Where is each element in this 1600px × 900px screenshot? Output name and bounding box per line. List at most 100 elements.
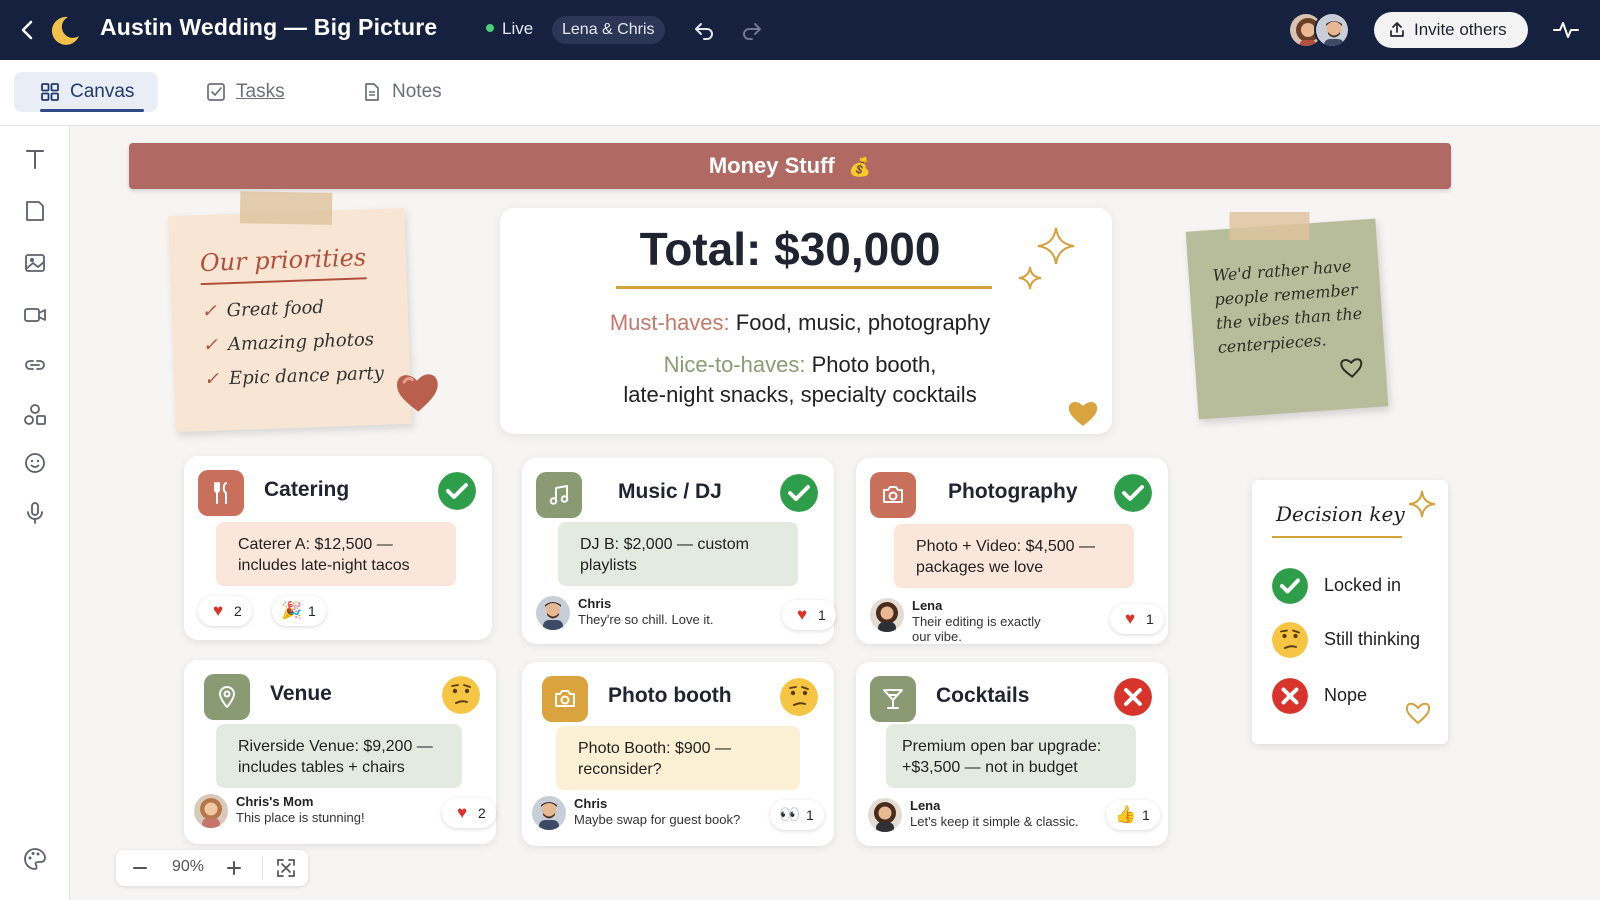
- option-description: Photo + Video: $4,500 — packages we love: [894, 524, 1134, 588]
- quote-text: We'd rather have people remember the vib…: [1212, 256, 1363, 357]
- red-x-icon[interactable]: [1114, 678, 1152, 716]
- venue-card[interactable]: Venue Riverside Venue: $9,200 — includes…: [184, 660, 496, 844]
- thinking-face-icon[interactable]: [442, 676, 480, 714]
- banner-title: Money Stuff: [708, 153, 835, 178]
- eyes-icon: 👀: [779, 805, 801, 824]
- catering-category-badge: [198, 470, 244, 516]
- divider: [262, 856, 263, 880]
- key-label: Still thinking: [1324, 629, 1421, 649]
- priorities-sticky-note[interactable]: Our priorities ✓ Great food ✓ Amazing phot…: [168, 191, 438, 433]
- microphone-tool-icon[interactable]: [22, 500, 48, 526]
- avatar-chris[interactable]: [1314, 12, 1350, 48]
- thinking-face-icon: [1272, 622, 1308, 658]
- venue-category-badge: [204, 674, 250, 720]
- priority-item: ✓ Epic dance party: [203, 362, 385, 391]
- comment-text: This place is stunning!: [236, 810, 365, 825]
- image-tool-icon[interactable]: [22, 250, 48, 276]
- redo-icon[interactable]: [740, 18, 764, 42]
- reaction-heart[interactable]: ♥ 1: [1110, 604, 1164, 634]
- green-check-icon[interactable]: [438, 472, 476, 510]
- link-tool-icon[interactable]: [22, 352, 48, 378]
- reaction-eyes[interactable]: 👀 1: [770, 800, 824, 830]
- tab-canvas[interactable]: Canvas: [14, 72, 158, 112]
- music-note-icon: [549, 485, 569, 505]
- sparkle-icon: [1408, 490, 1436, 518]
- comment-text: Let's keep it simple & classic.: [910, 814, 1079, 829]
- card-title: Photography: [948, 480, 1078, 503]
- left-toolbar: [0, 126, 70, 900]
- zoom-out-icon[interactable]: [128, 856, 152, 880]
- nice-to-haves-row: Nice-to-haves: Photo booth,: [500, 352, 1100, 378]
- reaction-thumbs-up[interactable]: 👍 1: [1106, 800, 1160, 830]
- avatar-chris: [532, 796, 566, 830]
- green-check-icon[interactable]: [780, 474, 818, 512]
- invite-others-button[interactable]: Invite others: [1374, 12, 1528, 48]
- grid-icon: [41, 83, 59, 101]
- heart-sticker-icon: [397, 374, 438, 412]
- board-title[interactable]: Austin Wedding — Big Picture: [100, 14, 437, 41]
- shapes-tool-icon[interactable]: [22, 402, 48, 428]
- reaction-heart[interactable]: ♥ 1: [782, 600, 836, 630]
- photography-card[interactable]: Photography Photo + Video: $4,500 — pack…: [856, 458, 1168, 644]
- thinking-face-icon[interactable]: [780, 678, 818, 716]
- cocktail-glass-icon: [883, 689, 903, 709]
- activity-pulse-icon[interactable]: [1552, 18, 1580, 42]
- tab-notes[interactable]: Notes: [362, 72, 462, 112]
- collaborators-pill[interactable]: Lena & Chris: [552, 16, 665, 44]
- moon-logo-icon: [51, 16, 79, 45]
- card-title: Photo booth: [608, 684, 732, 707]
- comment-author: Lena: [910, 798, 941, 813]
- heart-icon: ♥: [1124, 609, 1136, 628]
- catering-card[interactable]: Catering Caterer A: $12,500 — includes l…: [184, 456, 492, 640]
- comment-text: Maybe swap for guest book?: [574, 812, 741, 827]
- text-tool-icon[interactable]: [22, 146, 48, 172]
- reaction-heart[interactable]: ♥ 2: [442, 798, 496, 828]
- checkbox-icon: [207, 83, 225, 101]
- document-icon: [365, 83, 379, 101]
- sparkle-icon: [1037, 227, 1075, 265]
- photo-booth-card[interactable]: Photo booth Photo Booth: $900 — reconsid…: [522, 662, 834, 846]
- must-haves-value: Food, music, photography: [735, 310, 991, 335]
- live-indicator: Live: [486, 19, 533, 39]
- music-dj-card[interactable]: Music / DJ DJ B: $2,000 — custom playlis…: [522, 458, 836, 644]
- decision-key-card[interactable]: Decision key Locked in Still thinking No…: [1252, 480, 1448, 744]
- card-title: Venue: [270, 682, 332, 705]
- zoom-in-icon[interactable]: [222, 856, 246, 880]
- key-label: Locked in: [1324, 575, 1402, 595]
- green-check-icon: [1272, 568, 1308, 604]
- option-description: Riverside Venue: $9,200 — includes table…: [216, 724, 462, 788]
- section-banner[interactable]: Money Stuff 💰: [129, 143, 1451, 189]
- green-check-icon[interactable]: [1114, 474, 1152, 512]
- video-tool-icon[interactable]: [22, 302, 48, 328]
- priority-item: ✓ Amazing photos: [202, 329, 375, 357]
- budget-total-card[interactable]: Total: $30,000 Must-haves: Food, music, …: [500, 208, 1112, 434]
- undo-icon[interactable]: [692, 18, 716, 42]
- collaborator-avatars[interactable]: [1288, 12, 1354, 48]
- emoji-tool-icon[interactable]: [22, 450, 48, 476]
- option-description: Premium open bar upgrade: +$3,500 — not …: [886, 724, 1136, 788]
- comment-author: Chris's Mom: [236, 794, 314, 809]
- key-label: Nope: [1324, 685, 1368, 705]
- tab-canvas-label: Canvas: [70, 81, 135, 102]
- heart-outline-icon: [1405, 702, 1431, 725]
- small-sparkle-icon: [1018, 266, 1042, 290]
- thumbs-up-icon: 👍: [1115, 805, 1137, 824]
- quote-sticky-note[interactable]: We'd rather have people remember the vib…: [1185, 211, 1389, 420]
- heart-icon: ♥: [796, 605, 808, 624]
- fit-to-screen-icon[interactable]: [274, 856, 298, 880]
- comment-author: Chris: [574, 796, 608, 811]
- palette-icon[interactable]: [22, 846, 48, 872]
- back-chevron-icon[interactable]: [16, 16, 38, 44]
- must-haves-row: Must-haves: Food, music, photography: [500, 310, 1100, 336]
- card-title: Music / DJ: [618, 480, 722, 503]
- top-bar: Austin Wedding — Big Picture Live Lena &…: [0, 0, 1600, 60]
- reaction-party[interactable]: 🎉 1: [272, 596, 326, 626]
- gold-heart-icon: [1068, 401, 1098, 426]
- zoom-control: 90%: [116, 850, 308, 886]
- tab-tasks[interactable]: Tasks: [206, 72, 306, 112]
- live-dot-icon: [486, 24, 494, 32]
- reaction-heart[interactable]: ♥ 2: [198, 596, 252, 626]
- card-title: Cocktails: [936, 684, 1030, 707]
- cocktails-card[interactable]: Cocktails Premium open bar upgrade: +$3,…: [856, 662, 1168, 846]
- sticky-note-tool-icon[interactable]: [22, 198, 48, 224]
